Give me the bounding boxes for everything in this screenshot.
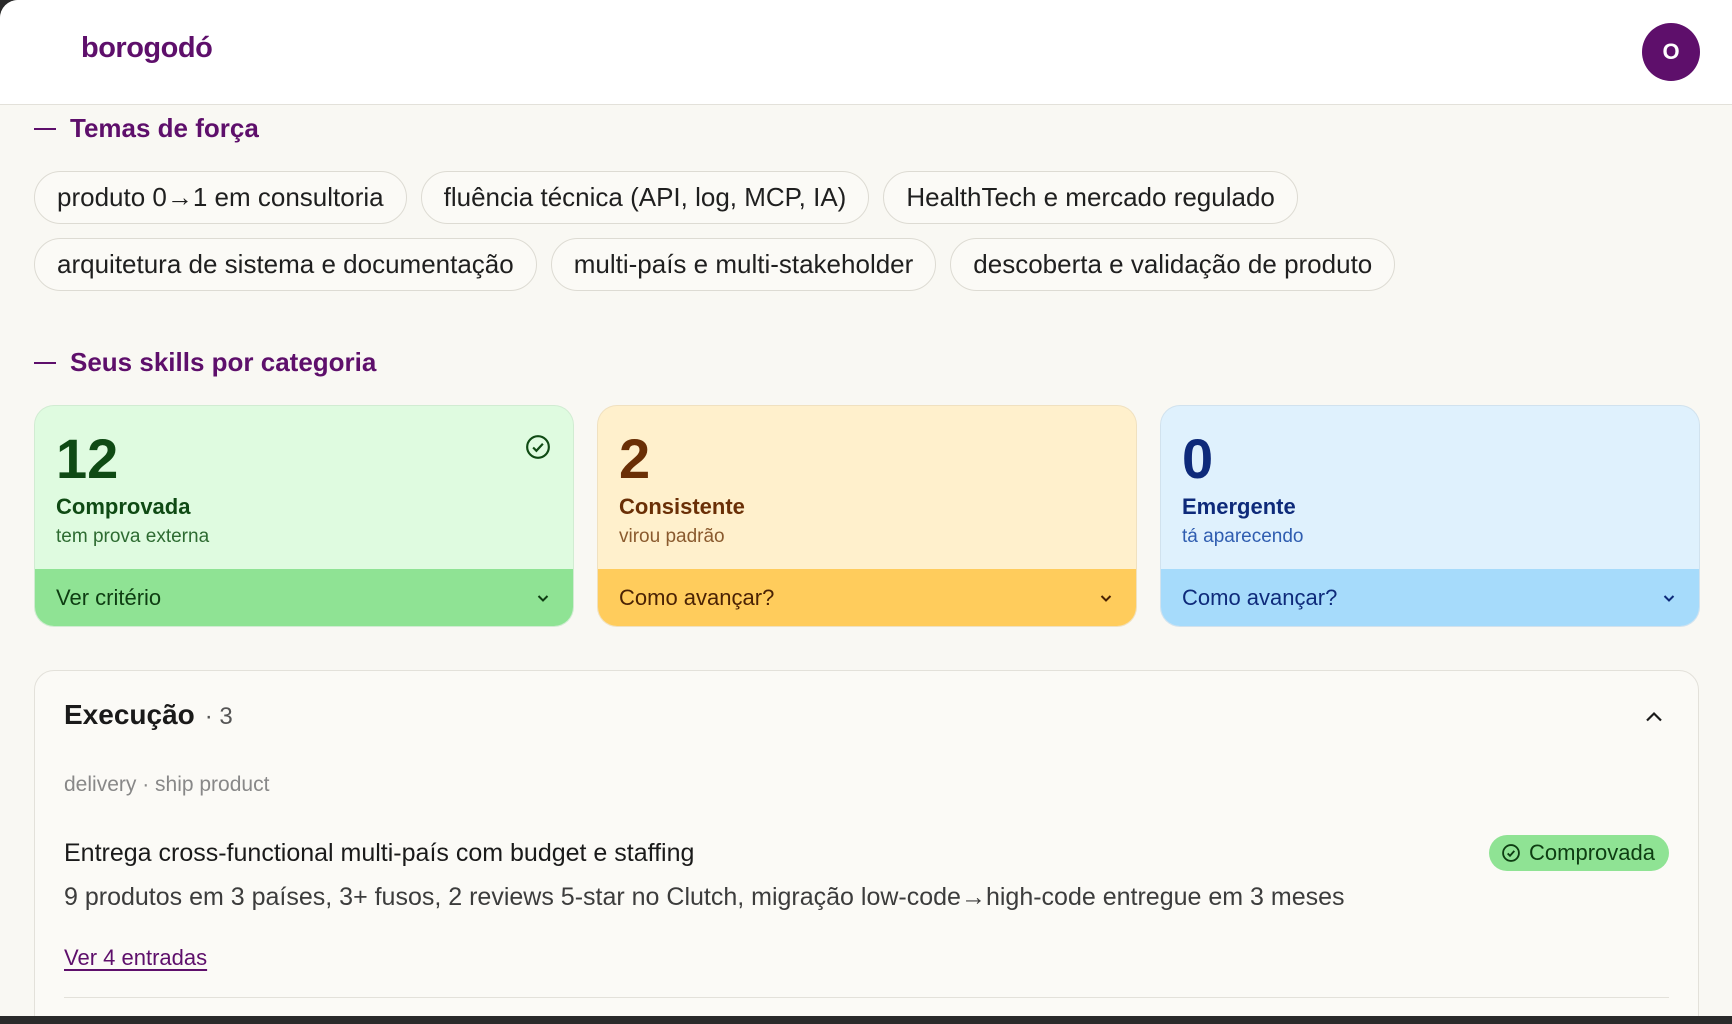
skill-cards: 12 Comprovada tem prova externa Ver crit… [34,405,1700,627]
card-action-label: Como avançar? [1182,584,1338,610]
status-badge: Comprovada [1489,835,1669,871]
status-badge-label: Comprovada [1529,840,1655,865]
card-action-label: Ver critério [56,584,162,610]
category-panel-execucao: Execução · 3 delivery · ship product Ent… [34,670,1699,1016]
como-avancar-toggle[interactable]: Como avançar? [1161,569,1699,626]
strength-chip: produto 0→1 em consultoria [34,171,407,224]
card-sub: virou padrão [619,526,725,547]
ver-entradas-link[interactable]: Ver 4 entradas [64,945,207,971]
card-label: Consistente [619,494,745,519]
card-count: 2 [619,427,651,490]
category-title: Execução [64,699,195,730]
check-circle-icon [526,435,550,459]
strengths-title: Temas de força [34,113,259,144]
strength-chip: descoberta e validação de produto [950,238,1396,291]
check-circle-icon [1502,844,1520,862]
chevron-down-icon [1100,594,1112,602]
skill-description: 9 produtos em 3 países, 3+ fusos, 2 revi… [64,883,1345,911]
divider [64,997,1669,998]
skills-title: Seus skills por categoria [34,347,376,378]
strength-chip: arquitetura de sistema e documentação [34,238,537,291]
category-header[interactable]: Execução · 3 [64,699,233,731]
card-count: 12 [56,427,119,490]
top-header: borogodó O [0,0,1732,105]
app-window: borogodó O Temas de força produto 0→1 em… [0,0,1732,1016]
card-emergente: 0 Emergente tá aparecendo Como avançar? [1160,405,1700,627]
category-tags: delivery · ship product [64,773,270,796]
avatar[interactable]: O [1642,23,1700,81]
card-comprovada: 12 Comprovada tem prova externa Ver crit… [34,405,574,627]
card-count: 0 [1182,427,1214,490]
section-dash [34,361,56,364]
ver-criterio-toggle[interactable]: Ver critério [35,569,573,626]
skills-title-text: Seus skills por categoria [70,347,377,377]
card-label: Comprovada [56,494,191,519]
section-dash [34,127,56,130]
strength-chips: produto 0→1 em consultoria fluência técn… [34,171,1514,291]
chevron-down-icon [537,594,549,602]
card-sub: tem prova externa [56,526,210,547]
card-sub: tá aparecendo [1182,526,1304,547]
strength-chip: fluência técnica (API, log, MCP, IA) [420,171,870,224]
card-action-label: Como avançar? [619,584,775,610]
chevron-down-icon [1663,594,1675,602]
skill-title: Entrega cross-functional multi-país com … [64,839,695,867]
card-consistente: 2 Consistente virou padrão Como avançar? [597,405,1137,627]
como-avancar-toggle[interactable]: Como avançar? [598,569,1136,626]
chevron-up-icon[interactable] [1642,705,1666,729]
category-count: · 3 [204,703,233,730]
card-label: Emergente [1182,494,1296,519]
strength-chip: HealthTech e mercado regulado [883,171,1298,224]
strengths-title-text: Temas de força [70,113,259,143]
strength-chip: multi-país e multi-stakeholder [550,238,937,291]
logo[interactable]: borogodó [81,32,213,65]
